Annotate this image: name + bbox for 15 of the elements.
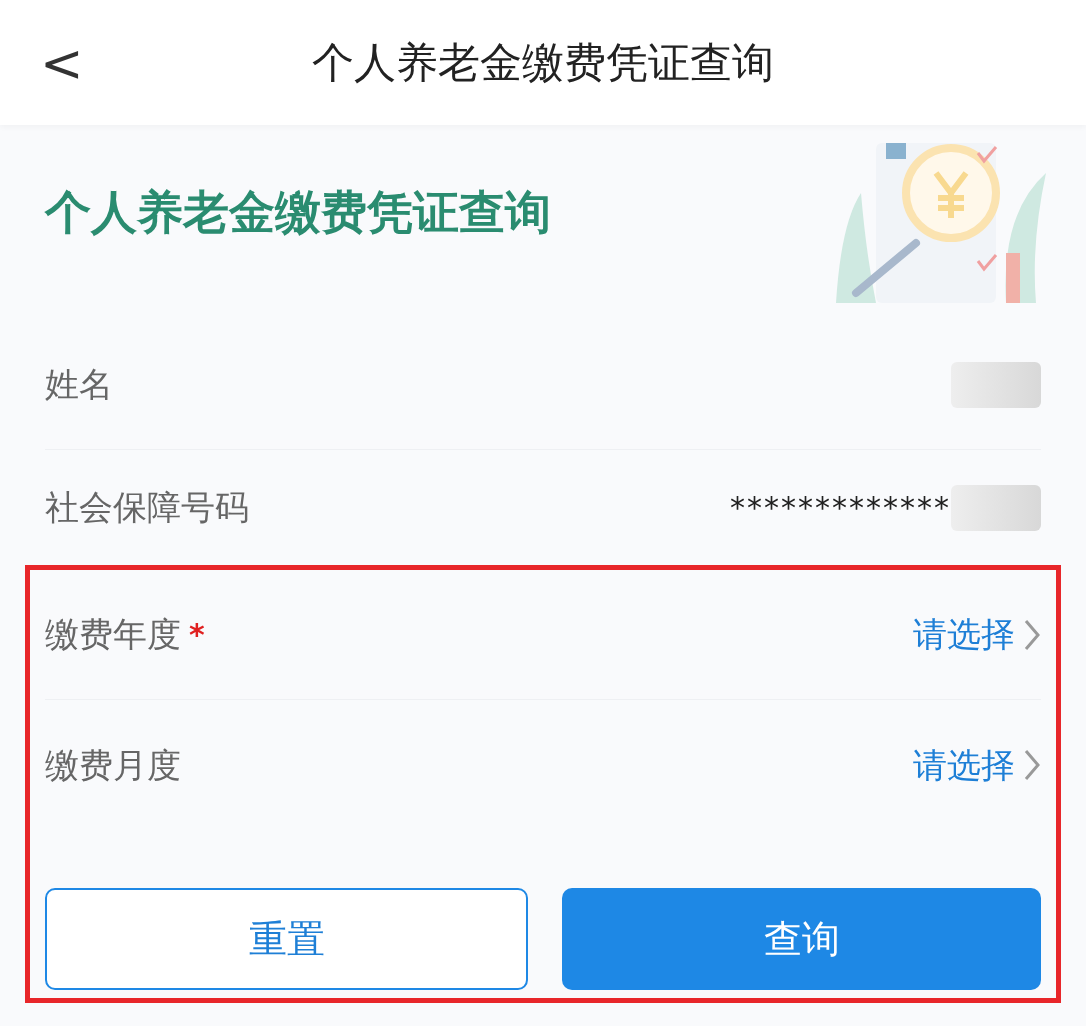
field-label: 社会保障号码	[45, 486, 249, 529]
query-button[interactable]: 查询	[562, 888, 1041, 990]
field-label: 缴费月度	[45, 743, 181, 787]
window-title: 个人养老金缴费凭证查询	[312, 37, 774, 89]
select-field[interactable]: 请选择	[913, 739, 1041, 791]
page-heading: 个人养老金缴费凭证查询	[45, 184, 551, 241]
chevron-right-icon	[1023, 617, 1041, 652]
reset-button[interactable]: 重置	[45, 888, 528, 990]
field-label: 姓名	[45, 363, 113, 406]
back-button[interactable]: <	[40, 36, 84, 89]
select-field[interactable]: 请选择	[913, 609, 1041, 660]
required-mark: *	[189, 616, 205, 654]
chevron-right-icon	[1023, 748, 1041, 782]
field-label: 缴费年度	[45, 613, 181, 656]
field-value: *************	[730, 489, 951, 527]
